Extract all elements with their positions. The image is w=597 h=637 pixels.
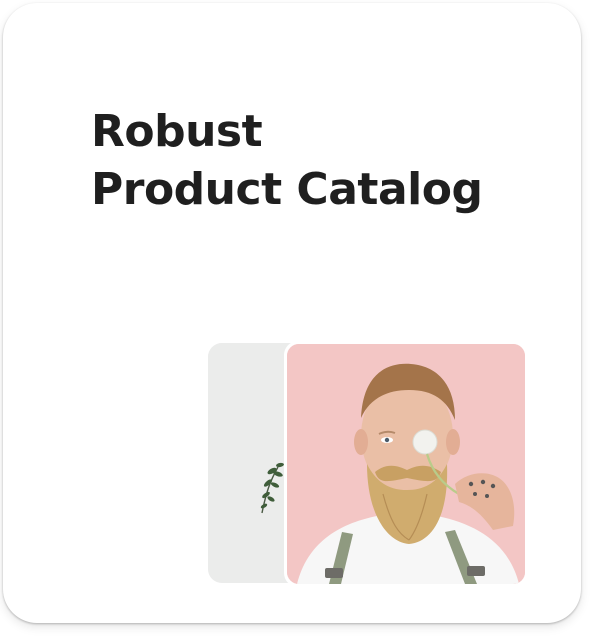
portrait-image-tile	[284, 341, 532, 587]
bearded-man-with-dandelion-image	[287, 344, 525, 584]
card-title-line-2: Product Catalog	[91, 164, 483, 215]
card-title-line-1: Robust	[91, 106, 263, 157]
product-image-gallery	[208, 341, 532, 587]
card-title: Robust Product Catalog	[91, 103, 483, 219]
